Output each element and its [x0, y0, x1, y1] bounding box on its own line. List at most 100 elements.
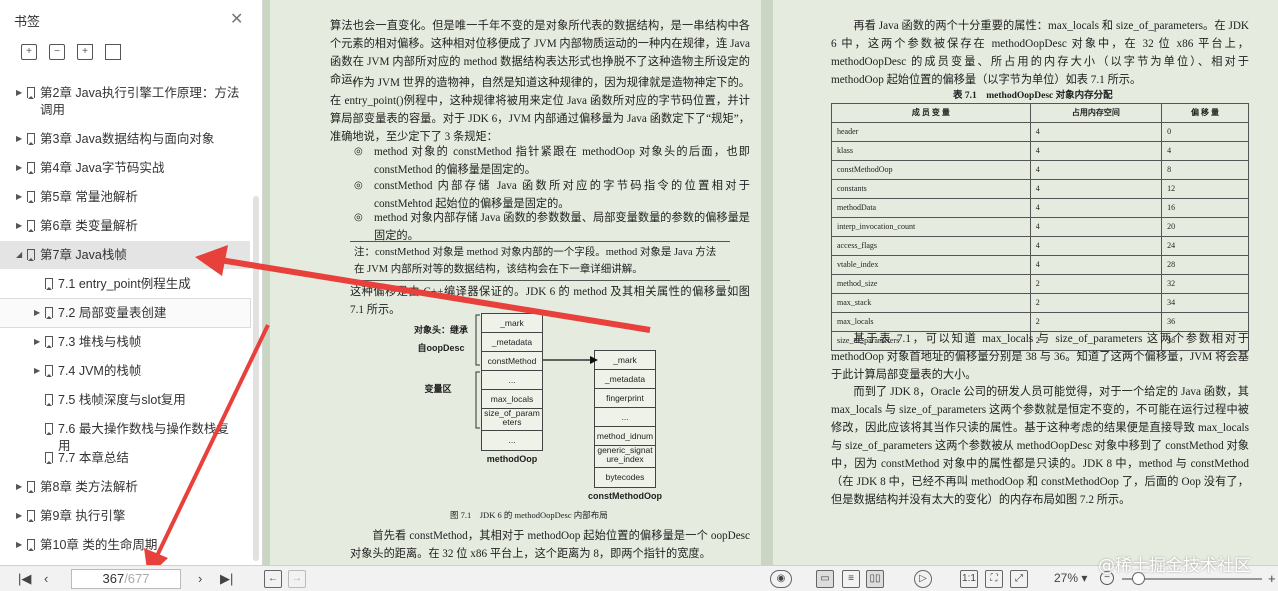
- sidebar-item[interactable]: ▶ 第10章 类的生命周期: [0, 531, 250, 559]
- chevron-expanded-icon[interactable]: ◢: [16, 250, 22, 259]
- table-cell: klass: [831, 141, 1031, 161]
- sidebar-item-label: 第7章 Java栈帧: [40, 248, 127, 262]
- sidebar-item-label: 7.5 栈帧深度与slot复用: [58, 393, 186, 407]
- zoom-in-icon[interactable]: +: [1268, 571, 1276, 586]
- sidebar-item-label: 7.4 JVM的栈帧: [58, 364, 142, 378]
- figure-arrows: [475, 314, 598, 429]
- sidebar-item[interactable]: 7.6 最大操作数栈与操作数栈复用: [0, 415, 250, 453]
- sidebar-item-label: 第8章 类方法解析: [40, 480, 138, 494]
- sidebar-item-label: 第6章 类变量解析: [40, 219, 138, 233]
- table-body: header 4 0 klass 4 4 constMethodOop 4 8 constants…: [831, 122, 1249, 351]
- bookmark-icon[interactable]: [105, 44, 121, 60]
- prev-page-icon[interactable]: ‹: [44, 571, 48, 586]
- table-cell: 2: [1029, 293, 1163, 313]
- table-cell: header: [831, 122, 1031, 142]
- fit-width-icon[interactable]: ⤢: [1010, 570, 1028, 588]
- paragraph: 再看 Java 函数的两个十分重要的属性：max_locals 和 size_o…: [831, 20, 1249, 86]
- chevron-right-icon[interactable]: ▶: [16, 221, 22, 230]
- sidebar-item[interactable]: ▶ 7.2 局部变量表创建: [0, 298, 251, 328]
- bookmark-icon: [27, 481, 35, 493]
- bookmark-icon: [27, 87, 35, 99]
- forward-icon[interactable]: →: [288, 570, 306, 588]
- bookmark-icon: [45, 307, 53, 319]
- sidebar-scrollbar[interactable]: [253, 196, 259, 561]
- chevron-right-icon[interactable]: ▶: [16, 134, 22, 143]
- single-page-icon[interactable]: ▭: [816, 570, 834, 588]
- chevron-right-icon[interactable]: ▶: [16, 88, 22, 97]
- expand-all-icon[interactable]: +: [21, 44, 37, 60]
- sidebar-item-label: 第2章 Java执行引擎工作原理：方法调用: [40, 86, 240, 117]
- sidebar-item[interactable]: 7.7 本章总结: [0, 444, 250, 472]
- table-header: 成 员 变 量: [831, 103, 1031, 123]
- sidebar-item[interactable]: ▶ 第9章 执行引擎: [0, 502, 250, 530]
- sidebar-item-label: 第10章 类的生命周期: [40, 538, 158, 552]
- chevron-right-icon[interactable]: ▶: [34, 366, 40, 375]
- chevron-right-icon[interactable]: ▶: [16, 163, 22, 172]
- sidebar-item[interactable]: 7.1 entry_point例程生成: [0, 270, 250, 298]
- bookmark-icon: [45, 423, 53, 435]
- chevron-right-icon[interactable]: ▶: [16, 482, 22, 491]
- paragraph: 基于表 7.1，可以知道 max_locals 与 size_of_parame…: [831, 333, 1249, 381]
- table-row: header 4 0: [831, 122, 1249, 142]
- sidebar-item[interactable]: ◢ 第7章 Java栈帧: [0, 241, 250, 269]
- back-icon[interactable]: ←: [264, 570, 282, 588]
- collapse-all-icon[interactable]: −: [49, 44, 65, 60]
- bookmark-icon: [27, 510, 35, 522]
- sidebar-item[interactable]: ▶ 第5章 常量池解析: [0, 183, 250, 211]
- chevron-right-icon[interactable]: ▶: [34, 308, 40, 317]
- read-mode-icon[interactable]: ◉: [770, 570, 792, 588]
- figure-cell: ...: [508, 435, 516, 445]
- sidebar-item-label: 第4章 Java字节码实战: [40, 161, 165, 175]
- zoom-level[interactable]: 27% ▾: [1054, 571, 1087, 585]
- bookmark-icon: [27, 162, 35, 174]
- first-page-icon[interactable]: |◀: [18, 571, 31, 587]
- sidebar-item-label: 7.7 本章总结: [58, 451, 129, 465]
- sidebar-item[interactable]: ▶ 7.4 JVM的栈帧: [0, 357, 250, 385]
- two-page-icon[interactable]: ▯▯: [866, 570, 884, 588]
- paragraph: 而到了 JDK 8，Oracle 公司的研发人员可能觉得，对于一个给定的 Jav…: [831, 386, 1249, 506]
- paragraph: 首先看 constMethod，其相对于 methodOop 起始位置的偏移量是…: [350, 530, 750, 560]
- fit-page-icon[interactable]: ⛶: [985, 570, 1003, 588]
- sidebar-item[interactable]: 7.5 栈帧深度与slot复用: [0, 386, 250, 414]
- pointer-arrowhead: [590, 356, 598, 364]
- next-page-icon[interactable]: ›: [198, 571, 202, 586]
- table-cell: 4: [1161, 141, 1249, 161]
- table-cell: 2: [1029, 312, 1163, 332]
- table-cell: 32: [1161, 274, 1249, 294]
- table-cell: 34: [1161, 293, 1249, 313]
- sidebar-item-label: 第5章 常量池解析: [40, 190, 138, 204]
- table-cell: vtable_index: [831, 255, 1031, 275]
- sidebar-item[interactable]: ▶ 第3章 Java数据结构与面向对象: [0, 125, 250, 153]
- page-number-input[interactable]: 367/677: [71, 569, 181, 589]
- chevron-right-icon[interactable]: ▶: [16, 511, 22, 520]
- note-box: 注：constMethod 对象是 method 对象内部的一个字段。metho…: [350, 241, 730, 281]
- bullet-item: method 对象的 constMethod 指针紧跟在 methodOop 对…: [354, 143, 750, 179]
- chevron-right-icon[interactable]: ▶: [34, 337, 40, 346]
- table-row: method_size 2 32: [831, 274, 1249, 294]
- table-row: vtable_index 4 28: [831, 255, 1249, 275]
- zoom-value: 27%: [1054, 571, 1079, 585]
- sidebar-item[interactable]: ▶ 第6章 类变量解析: [0, 212, 250, 240]
- sidebar-item[interactable]: ▶ 第4章 Java字节码实战: [0, 154, 250, 182]
- last-page-icon[interactable]: ▶|: [220, 571, 233, 587]
- figure-caption: 图 7.1 JDK 6 的 methodOopDesc 内部布局: [450, 510, 608, 520]
- continuous-page-icon[interactable]: ≡: [842, 570, 860, 588]
- chevron-right-icon[interactable]: ▶: [16, 540, 22, 549]
- table-cell: max_locals: [831, 312, 1031, 332]
- sidebar-item[interactable]: ▶ 第2章 Java执行引擎工作原理：方法调用: [0, 79, 250, 119]
- actual-size-icon[interactable]: 1:1: [960, 570, 978, 588]
- table-cell: 20: [1161, 217, 1249, 237]
- sidebar-item-label: 7.1 entry_point例程生成: [58, 277, 191, 291]
- page-right: 再看 Java 函数的两个十分重要的属性：max_locals 和 size_o…: [773, 0, 1278, 565]
- chevron-right-icon[interactable]: ▶: [16, 192, 22, 201]
- sidebar-item-label: 第3章 Java数据结构与面向对象: [40, 132, 215, 146]
- bookmark-icon: [45, 365, 53, 377]
- close-icon[interactable]: ✕: [230, 9, 243, 29]
- table-cell: 12: [1161, 179, 1249, 199]
- sidebar-title: 书签: [14, 14, 41, 29]
- table-header: 占用内存空间: [1029, 103, 1163, 123]
- sidebar-item[interactable]: ▶ 7.3 堆栈与栈帧: [0, 328, 250, 356]
- sidebar-item[interactable]: ▶ 第8章 类方法解析: [0, 473, 250, 501]
- add-bookmark-icon[interactable]: +: [77, 44, 93, 60]
- play-icon[interactable]: ▷: [914, 570, 932, 588]
